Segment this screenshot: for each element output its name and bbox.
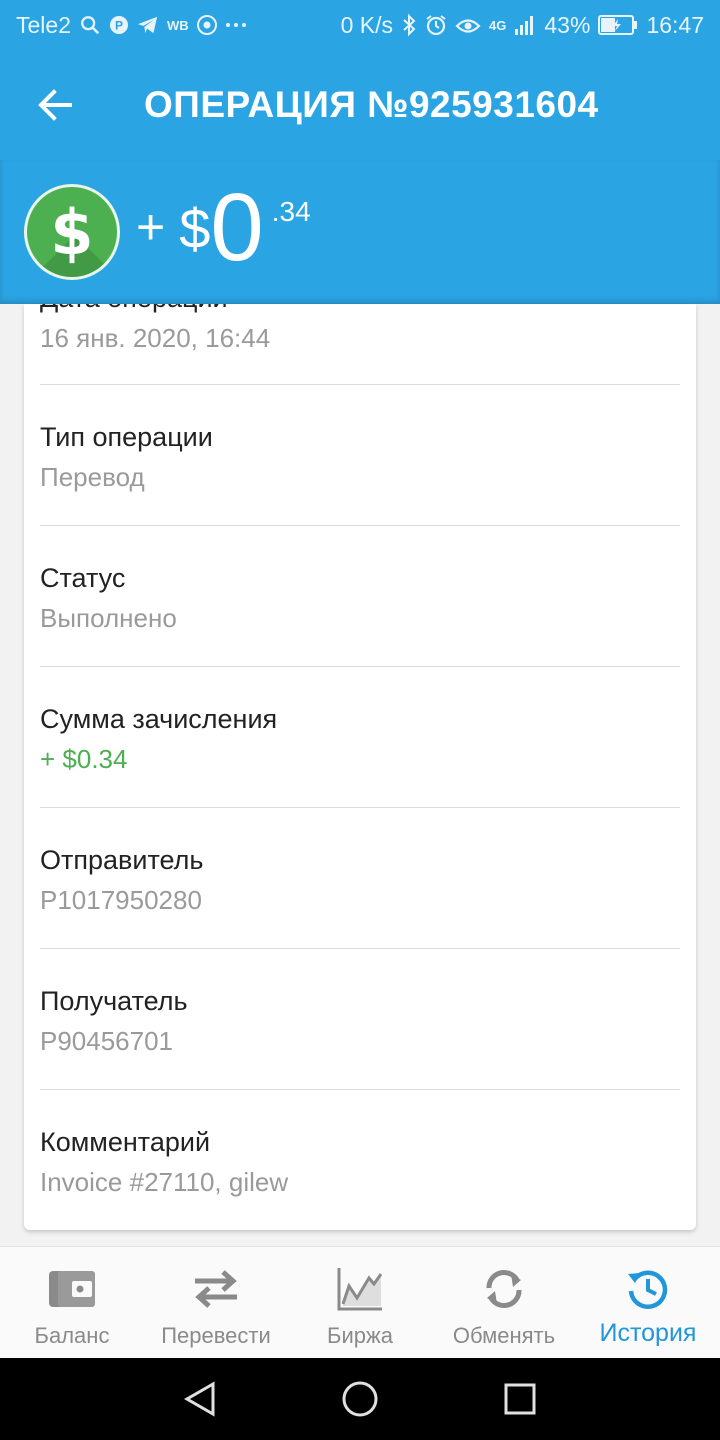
battery-percent: 43% bbox=[544, 11, 591, 38]
detail-label: Тип операции bbox=[40, 422, 213, 452]
battery-charging-icon bbox=[598, 14, 638, 36]
amount-currency: $ bbox=[179, 197, 211, 260]
system-home-button[interactable] bbox=[330, 1369, 390, 1429]
clock: 16:47 bbox=[646, 11, 704, 38]
telegram-icon bbox=[137, 15, 159, 35]
divider bbox=[40, 666, 680, 667]
detail-value: 16 янв. 2020, 16:44 bbox=[40, 323, 271, 353]
nav-label: Биржа bbox=[327, 1323, 393, 1348]
alarm-icon bbox=[425, 14, 447, 36]
svg-text:P: P bbox=[115, 19, 123, 33]
amount-sign: + bbox=[136, 199, 166, 255]
carrier-name: Tele2 bbox=[16, 11, 71, 38]
divider bbox=[40, 807, 680, 808]
nav-label: История bbox=[599, 1319, 697, 1347]
detail-value: Invoice #27110, gilew bbox=[40, 1167, 289, 1197]
detail-row-comment: Комментарий Invoice #27110, gilew bbox=[40, 1122, 680, 1202]
system-back-button[interactable] bbox=[170, 1369, 230, 1429]
detail-value: P90456701 bbox=[40, 1026, 174, 1056]
divider bbox=[40, 525, 680, 526]
dollar-coin-icon: $ bbox=[24, 184, 120, 280]
detail-label: Сумма зачисления bbox=[40, 704, 278, 734]
detail-label: Дата операции bbox=[40, 304, 680, 318]
detail-row-type: Тип операции Перевод bbox=[40, 417, 680, 497]
circle-home-icon bbox=[342, 1381, 378, 1417]
history-icon bbox=[622, 1265, 674, 1313]
detail-label: Получатель bbox=[40, 986, 188, 1016]
arrow-left-icon bbox=[38, 89, 72, 121]
detail-row-status: Статус Выполнено bbox=[40, 558, 680, 638]
net-speed: 0 K/s bbox=[340, 11, 394, 38]
detail-value: + $0.34 bbox=[40, 744, 128, 774]
nav-balance[interactable]: Баланс bbox=[0, 1247, 144, 1358]
nav-exchange-market[interactable]: Биржа bbox=[288, 1247, 432, 1358]
nav-label: Баланс bbox=[34, 1323, 110, 1348]
square-recents-icon bbox=[504, 1383, 536, 1415]
back-button[interactable] bbox=[0, 50, 112, 160]
eye-comfort-icon bbox=[455, 15, 481, 35]
amount-display: + $ 0 .34 bbox=[136, 180, 311, 276]
detail-value: Перевод bbox=[40, 462, 145, 492]
nav-swap[interactable]: Обменять bbox=[432, 1247, 576, 1358]
system-recents-button[interactable] bbox=[490, 1369, 550, 1429]
detail-row-sum: Сумма зачисления + $0.34 bbox=[40, 699, 680, 779]
more-notifications-icon bbox=[225, 21, 247, 29]
divider bbox=[40, 948, 680, 949]
detail-row-date: Дата операции 16 янв. 2020, 16:44 bbox=[40, 304, 680, 358]
detail-value: Выполнено bbox=[40, 603, 177, 633]
amount-integer: 0 bbox=[210, 174, 264, 281]
detail-label: Отправитель bbox=[40, 845, 204, 875]
wb-app-icon: WB bbox=[166, 17, 189, 33]
detail-row-sender: Отправитель P1017950280 bbox=[40, 840, 680, 920]
status-bar: Tele2 P WB 0 K/s 4G 43% 16:47 bbox=[0, 0, 720, 50]
chart-icon bbox=[334, 1265, 386, 1313]
chrome-icon bbox=[196, 15, 217, 35]
nav-label: Обменять bbox=[452, 1323, 556, 1348]
search-icon bbox=[79, 14, 101, 36]
triangle-back-icon bbox=[183, 1381, 215, 1417]
bluetooth-icon bbox=[401, 13, 417, 37]
page-title: ОПЕРАЦИЯ №925931604 bbox=[144, 84, 599, 125]
detail-row-recipient: Получатель P90456701 bbox=[40, 981, 680, 1061]
transfer-icon bbox=[190, 1265, 242, 1313]
p-app-icon: P bbox=[109, 15, 129, 35]
system-navigation-bar bbox=[0, 1358, 720, 1440]
app-bar: ОПЕРАЦИЯ №925931604 bbox=[0, 50, 720, 160]
amount-fraction: .34 bbox=[271, 196, 311, 227]
wallet-icon bbox=[46, 1265, 98, 1313]
detail-label: Статус bbox=[40, 563, 126, 593]
nav-label: Перевести bbox=[161, 1323, 271, 1348]
exchange-icon bbox=[478, 1265, 530, 1313]
nav-history[interactable]: История bbox=[576, 1247, 720, 1358]
divider bbox=[40, 384, 680, 385]
network-type: 4G bbox=[489, 17, 507, 33]
detail-value: P1017950280 bbox=[40, 885, 202, 915]
operation-details-card: Дата операции 16 янв. 2020, 16:44 Тип оп… bbox=[24, 304, 696, 1230]
signal-icon bbox=[514, 14, 536, 36]
detail-label: Комментарий bbox=[40, 1127, 211, 1157]
divider bbox=[40, 1089, 680, 1090]
amount-header: $ + $ 0 .34 bbox=[0, 160, 720, 304]
bottom-navigation: Баланс Перевести Биржа Обменять История bbox=[0, 1246, 720, 1358]
nav-transfer[interactable]: Перевести bbox=[144, 1247, 288, 1358]
